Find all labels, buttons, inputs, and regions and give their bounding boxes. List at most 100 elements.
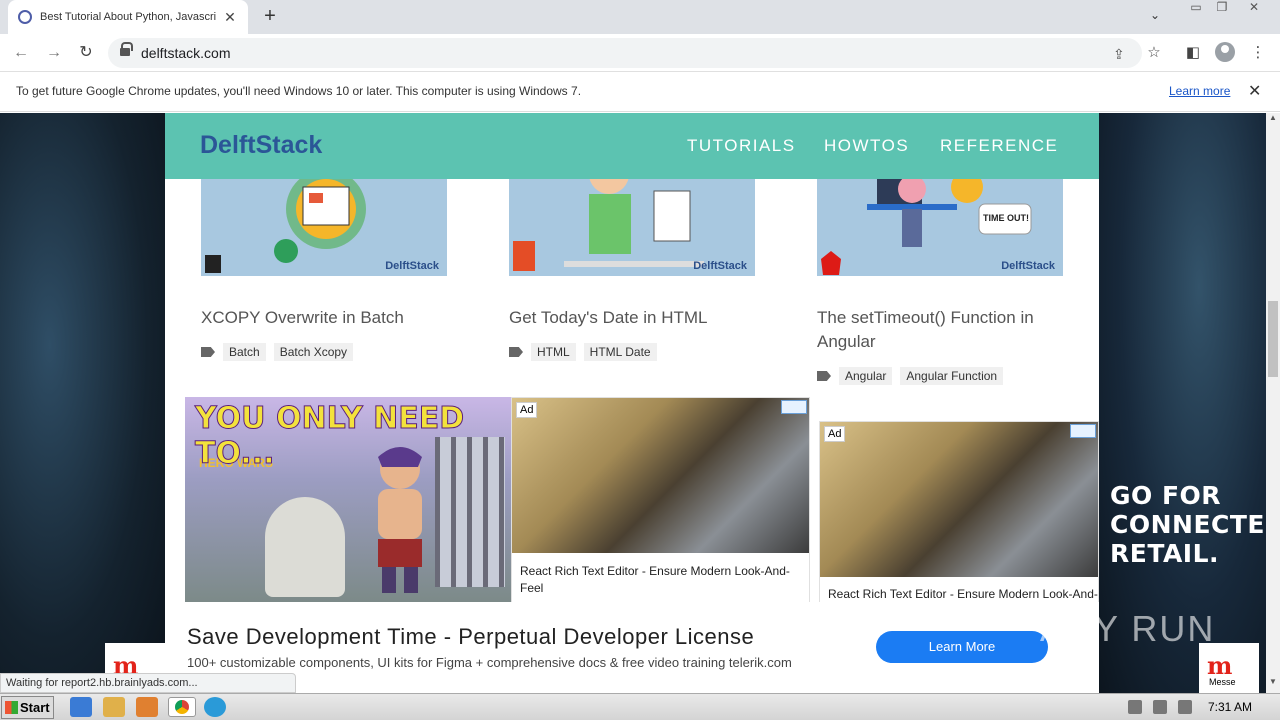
edge-icon[interactable] — [204, 697, 226, 717]
adchoices-icon[interactable] — [1070, 424, 1096, 438]
tab-strip: Best Tutorial About Python, Javascri ✕ +… — [0, 0, 1280, 34]
media-player-icon[interactable] — [136, 697, 158, 717]
card-title-line-2: Angular — [817, 332, 876, 351]
ad-label: Ad — [516, 402, 538, 418]
tag-icon — [509, 347, 523, 357]
page-viewport: GO FOR CONNECTED RETAIL. DelftStack TUTO… — [0, 113, 1266, 693]
action-center-flag-icon[interactable] — [1178, 700, 1192, 714]
tag-icon — [817, 371, 831, 381]
hero-wars-ad[interactable]: HERO WARS YOU ONLY NEED TO... — [185, 397, 511, 603]
tag-batch[interactable]: Batch — [223, 343, 266, 361]
tab-title: Best Tutorial About Python, Javascri — [40, 11, 217, 23]
ie-icon[interactable] — [70, 697, 92, 717]
chrome-icon[interactable] — [168, 697, 196, 717]
page-scrollbar[interactable]: ▲ ▼ — [1266, 113, 1280, 693]
chrome-logo — [175, 700, 189, 714]
tag-angular[interactable]: Angular — [839, 367, 893, 385]
retail-line-3: RETAIL. — [1110, 539, 1220, 568]
reload-icon[interactable]: ↻ — [75, 42, 97, 64]
grinder-ad-caption: React Rich Text Editor - Ensure Modern L… — [828, 587, 1098, 601]
card-image-html-date[interactable]: DelftStack — [509, 179, 755, 276]
card-tags-settimeout: Angular Angular Function — [817, 367, 1011, 385]
caption-line-2: Feel — [520, 581, 544, 595]
nav-howtos[interactable]: HOWTOS — [824, 136, 909, 156]
scroll-up-icon[interactable]: ▲ — [1266, 113, 1280, 127]
new-tab-button[interactable]: + — [258, 5, 282, 29]
volume-icon[interactable] — [1128, 700, 1142, 714]
card-image-settimeout[interactable]: TIME OUT! DelftStack — [817, 179, 1063, 276]
background-ad-right[interactable]: GO FOR CONNECTED RETAIL. — [1099, 113, 1266, 693]
grinder-ad-1[interactable]: Ad React Rich Text Editor - Ensure Moder… — [511, 397, 810, 603]
tag-icon — [201, 347, 215, 357]
grinder-ad-2[interactable]: Ad React Rich Text Editor - Ensure Moder… — [819, 421, 1099, 603]
site-logo[interactable]: DelftStack — [200, 131, 322, 160]
tag-html-date[interactable]: HTML Date — [583, 343, 657, 361]
site-favicon-icon — [18, 10, 32, 24]
scroll-thumb[interactable] — [1268, 301, 1278, 377]
grinder-ad-caption: React Rich Text Editor - Ensure Modern L… — [520, 563, 790, 597]
logo-part-b: Stack — [255, 131, 323, 159]
back-arrow-icon[interactable]: ← — [10, 42, 32, 64]
grinder-photo — [820, 422, 1098, 577]
minimize-icon[interactable]: ▭ — [1182, 0, 1210, 20]
menu-kebab-icon[interactable]: ⋮ — [1247, 42, 1269, 64]
start-button[interactable]: Start — [1, 696, 54, 719]
retail-line-1: GO FOR — [1110, 481, 1222, 510]
nav-reference[interactable]: REFERENCE — [940, 136, 1058, 156]
anyrun-watermark: ANY RUN — [1040, 608, 1216, 649]
logo-part-a: Delft — [200, 131, 256, 159]
side-panel-icon[interactable]: ◧ — [1182, 42, 1204, 64]
card-brand: DelftStack — [1001, 260, 1055, 272]
card-tags-xcopy: Batch Batch Xcopy — [201, 343, 361, 361]
window-close-icon[interactable]: ✕ — [1240, 0, 1268, 20]
background-ad-left[interactable] — [0, 113, 165, 693]
retail-line-2: CONNECTED — [1110, 510, 1266, 539]
share-icon[interactable]: ⇪ — [1113, 46, 1125, 63]
card-image-xcopy[interactable]: DelftStack — [201, 179, 447, 276]
tag-html[interactable]: HTML — [531, 343, 576, 361]
learn-more-link[interactable]: Learn more — [1169, 84, 1230, 98]
browser-toolbar: ← → ↻ delftstack.com ⇪ ☆ ◧ ⋮ — [0, 34, 1280, 72]
profile-avatar[interactable] — [1215, 42, 1235, 62]
url-text[interactable]: delftstack.com — [141, 45, 230, 61]
ad-label: Ad — [824, 426, 846, 442]
messe-m-icon: m — [1207, 651, 1233, 680]
forward-arrow-icon[interactable]: → — [43, 42, 65, 64]
card-title-xcopy[interactable]: XCOPY Overwrite in Batch — [201, 306, 404, 330]
tag-batch-xcopy[interactable]: Batch Xcopy — [273, 343, 354, 361]
tab-search-icon[interactable]: ⌄ — [1150, 8, 1160, 22]
update-infobar: To get future Google Chrome updates, you… — [0, 72, 1280, 112]
taskbar-clock[interactable]: 7:31 AM — [1208, 700, 1252, 714]
nav-tutorials[interactable]: TUTORIALS — [687, 136, 796, 156]
card-brand: DelftStack — [693, 260, 747, 272]
lock-icon[interactable] — [120, 42, 133, 58]
start-label: Start — [20, 700, 50, 715]
restore-icon[interactable]: ❐ — [1208, 0, 1236, 20]
toilet-graphic — [265, 497, 345, 597]
hero-ad-headline: YOU ONLY NEED TO... — [195, 401, 465, 472]
card-title-html-date[interactable]: Get Today's Date in HTML — [509, 306, 708, 330]
card-brand: DelftStack — [385, 260, 439, 272]
bookmark-star-icon[interactable]: ☆ — [1143, 42, 1165, 64]
card-tags-html-date: HTML HTML Date — [509, 343, 665, 361]
browser-tab[interactable]: Best Tutorial About Python, Javascri ✕ — [8, 0, 248, 34]
grinder-photo — [512, 398, 809, 553]
network-icon[interactable] — [1153, 700, 1167, 714]
address-bar[interactable]: delftstack.com ⇪ — [108, 38, 1142, 68]
main-content: DelftStack TUTORIALS HOWTOS REFERENCE De… — [165, 113, 1099, 693]
windows-taskbar: Start 7:31 AM — [0, 693, 1280, 720]
infobar-close-icon[interactable]: ✕ — [1248, 81, 1261, 101]
card-title-settimeout[interactable]: The setTimeout() Function in Angular — [817, 306, 1034, 354]
caption-line-1: React Rich Text Editor - Ensure Modern L… — [520, 564, 790, 578]
tab-close-icon[interactable]: ✕ — [222, 9, 238, 26]
explorer-folder-icon[interactable] — [103, 697, 125, 717]
messe-logo-right[interactable]: m Messe — [1199, 643, 1259, 693]
scroll-down-icon[interactable]: ▼ — [1266, 677, 1280, 691]
messe-text: Messe — [1209, 677, 1236, 687]
status-bar: Waiting for report2.hb.brainlyads.com... — [0, 673, 296, 693]
learn-more-button[interactable]: Learn More — [876, 631, 1048, 663]
site-header: DelftStack TUTORIALS HOWTOS REFERENCE — [165, 113, 1099, 179]
tag-angular-function[interactable]: Angular Function — [900, 367, 1004, 385]
bottom-banner-ad[interactable]: Save Development Time - Perpetual Develo… — [165, 602, 1099, 693]
adchoices-icon[interactable] — [781, 400, 807, 414]
